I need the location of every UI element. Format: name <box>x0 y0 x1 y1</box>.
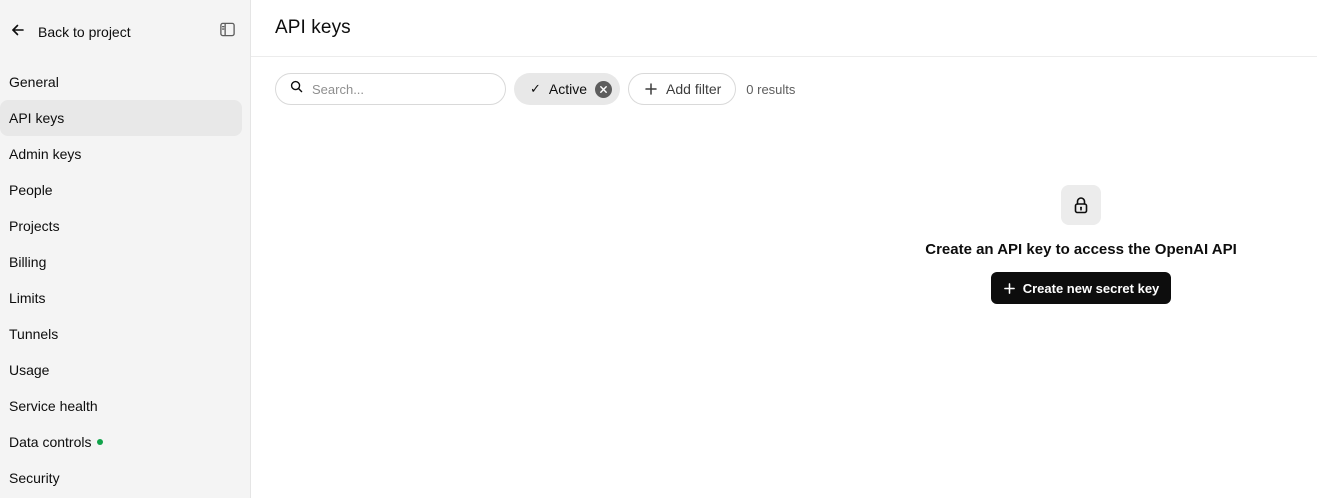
sidebar-item-label: Usage <box>9 362 50 378</box>
results-count: 0 results <box>746 81 796 97</box>
sidebar-item-label: Limits <box>9 290 46 306</box>
sidebar-item-label: General <box>9 74 59 90</box>
page-header: API keys <box>251 0 1317 57</box>
back-to-project-link[interactable]: Back to project <box>10 22 131 43</box>
sidebar-item-people[interactable]: People <box>0 172 242 208</box>
sidebar-item-label: Projects <box>9 218 60 234</box>
search-icon <box>290 80 303 98</box>
active-filter-label: Active <box>548 81 588 97</box>
sidebar-item-data-controls[interactable]: Data controls <box>0 424 242 460</box>
sidebar-item-label: Admin keys <box>9 146 82 162</box>
back-to-project-label: Back to project <box>38 24 131 40</box>
active-filter-chip[interactable]: ✓ Active <box>514 73 621 105</box>
sidebar-item-label: Security <box>9 470 60 486</box>
sidebar-item-label: Data controls <box>9 434 92 450</box>
add-filter-button[interactable]: Add filter <box>628 73 737 105</box>
sidebar-item-limits[interactable]: Limits <box>0 280 242 316</box>
sidebar-item-general[interactable]: General <box>0 64 242 100</box>
empty-state-title: Create an API key to access the OpenAI A… <box>925 241 1237 258</box>
close-icon <box>599 85 608 94</box>
sidebar-item-admin-keys[interactable]: Admin keys <box>0 136 242 172</box>
lock-icon <box>1071 195 1091 215</box>
clear-filter-button[interactable] <box>595 80 613 98</box>
plus-icon <box>645 83 657 95</box>
create-secret-key-label: Create new secret key <box>1022 280 1160 296</box>
sidebar-item-label: People <box>9 182 53 198</box>
sidebar-item-api-keys[interactable]: API keys <box>0 100 242 136</box>
check-icon: ✓ <box>530 81 541 96</box>
arrow-left-icon <box>10 22 26 43</box>
sidebar-item-label: API keys <box>9 110 65 126</box>
sidebar-nav: General API keys Admin keys People Proje… <box>0 64 242 496</box>
sidebar-item-label: Billing <box>9 254 47 270</box>
sidebar-top-row: Back to project <box>10 19 236 45</box>
plus-icon <box>1003 282 1015 294</box>
main-content: API keys ✓ Active <box>251 0 1317 498</box>
search-box[interactable] <box>275 73 506 105</box>
sidebar-item-billing[interactable]: Billing <box>0 244 242 280</box>
sidebar-item-security[interactable]: Security <box>0 460 242 496</box>
sidebar-item-service-health[interactable]: Service health <box>0 388 242 424</box>
sidebar-item-projects[interactable]: Projects <box>0 208 242 244</box>
sidebar: Back to project General API keys Admin k… <box>0 0 251 498</box>
sidebar-item-label: Tunnels <box>9 326 59 342</box>
search-input[interactable] <box>312 81 492 97</box>
sidebar-toggle-icon <box>219 21 236 43</box>
lock-icon-container <box>1061 185 1101 225</box>
sidebar-item-usage[interactable]: Usage <box>0 352 242 388</box>
empty-state: Create an API key to access the OpenAI A… <box>923 185 1239 304</box>
sidebar-toggle-button[interactable] <box>218 21 236 43</box>
sidebar-item-label: Service health <box>9 398 98 414</box>
create-secret-key-button[interactable]: Create new secret key <box>990 272 1172 304</box>
sidebar-item-tunnels[interactable]: Tunnels <box>0 316 242 352</box>
filter-toolbar: ✓ Active Add filter 0 <box>275 73 795 105</box>
page-title: API keys <box>275 17 351 38</box>
status-dot <box>97 439 104 445</box>
app-window: Back to project General API keys Admin k… <box>0 0 1317 498</box>
add-filter-label: Add filter <box>666 81 722 97</box>
